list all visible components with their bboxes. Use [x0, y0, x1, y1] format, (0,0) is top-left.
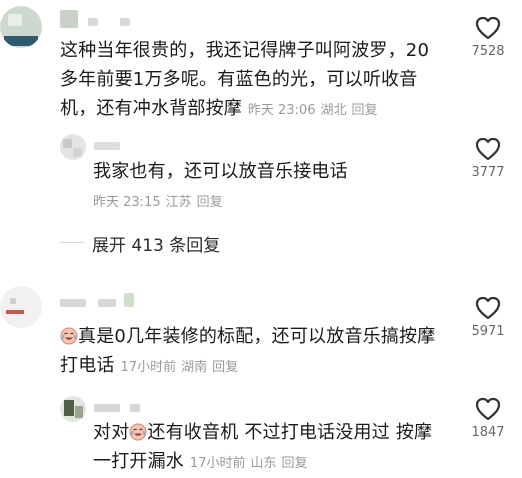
- reply-text: 对对 还有收音机 不过打电话没用过 按摩 一打开漏水 17小时前 山东 回复: [93, 422, 433, 472]
- crying-laughing-emoji: [60, 327, 78, 345]
- reply-location: 江苏: [165, 195, 192, 210]
- user-name[interactable]: [60, 10, 78, 28]
- user-name-extra: [88, 18, 98, 26]
- like-count: 7528: [471, 44, 505, 59]
- expand-replies-button[interactable]: 展开 413 条回复: [92, 231, 220, 256]
- comment-text: 真是0几年装修的标配，还可以放音乐搞按摩 打电话 17小时前 湖南 回复: [60, 326, 436, 376]
- avatar[interactable]: [60, 396, 86, 422]
- reply-button[interactable]: 回复: [197, 195, 223, 210]
- avatar[interactable]: [0, 286, 42, 328]
- avatar[interactable]: [60, 134, 86, 160]
- user-name-extra: [130, 404, 140, 412]
- heart-outline-icon: [475, 137, 501, 161]
- user-name[interactable]: [94, 142, 120, 150]
- like-button[interactable]: 1847: [463, 397, 513, 440]
- reply-button[interactable]: 回复: [352, 103, 378, 118]
- reply-time: 17小时前: [189, 456, 246, 471]
- like-button[interactable]: 7528: [463, 16, 513, 59]
- comment-location: 湖南: [181, 360, 208, 375]
- user-name[interactable]: [60, 299, 86, 307]
- reply-text: 我家也有，还可以放音乐接电话: [93, 161, 348, 182]
- heart-outline-icon: [475, 16, 501, 40]
- heart-outline-icon: [475, 397, 501, 421]
- reply-button[interactable]: 回复: [212, 360, 238, 375]
- crying-laughing-emoji: [129, 423, 147, 441]
- comment-location: 湖北: [320, 103, 347, 118]
- like-count: 5971: [471, 324, 505, 339]
- heart-outline-icon: [475, 296, 501, 320]
- like-count: 1847: [471, 425, 505, 440]
- comment-time: 17小时前: [120, 360, 177, 375]
- user-name-extra: [124, 293, 134, 307]
- like-count: 3777: [471, 165, 505, 180]
- like-button[interactable]: 3777: [463, 137, 513, 180]
- comment-text: 这种当年很贵的，我还记得牌子叫阿波罗，20 多年前要1万多呢。有蓝色的光，可以听…: [60, 40, 430, 119]
- reply-location: 山东: [250, 456, 277, 471]
- avatar[interactable]: [0, 6, 42, 48]
- user-name[interactable]: [94, 404, 120, 412]
- comment-time: 昨天 23:06: [247, 103, 316, 118]
- reply-time: 昨天 23:15: [93, 195, 161, 210]
- reply-meta: 昨天 23:15 江苏 回复: [93, 191, 228, 210]
- user-name-extra: [98, 299, 116, 307]
- user-name-extra: [120, 18, 130, 26]
- divider: [60, 242, 84, 243]
- like-button[interactable]: 5971: [463, 296, 513, 339]
- reply-button[interactable]: 回复: [281, 456, 307, 471]
